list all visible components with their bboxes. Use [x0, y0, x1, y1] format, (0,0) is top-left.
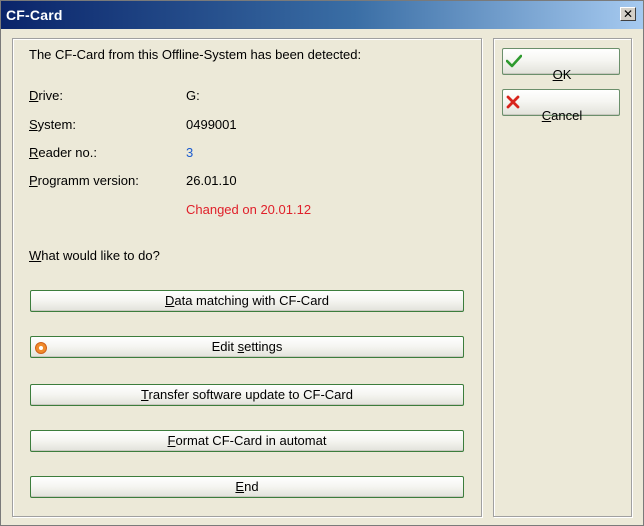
- close-button[interactable]: ✕: [620, 7, 636, 21]
- data-matching-button[interactable]: Data matching with CF-Card: [30, 290, 464, 312]
- version-label: Programm version:: [29, 173, 139, 188]
- system-value: 0499001: [186, 117, 237, 132]
- edit-settings-button[interactable]: Edit settings: [30, 336, 464, 358]
- reader-value: 3: [186, 145, 194, 160]
- drive-value: G:: [186, 88, 200, 103]
- drive-label: Drive:: [29, 88, 63, 103]
- ok-button[interactable]: OK: [502, 48, 620, 82]
- system-label: System:: [29, 117, 76, 132]
- detected-heading: The CF-Card from this Offline-System has…: [29, 47, 362, 62]
- changed-note: Changed on 20.01.12: [186, 202, 312, 217]
- radio-selected-icon: [35, 342, 47, 354]
- question-label: What would like to do?: [29, 248, 160, 263]
- window-title: CF-Card: [6, 7, 63, 23]
- format-card-button[interactable]: Format CF-Card in automat: [30, 430, 464, 452]
- reader-label: Reader no.:: [29, 145, 97, 160]
- version-value: 26.01.10: [186, 173, 237, 188]
- title-bar[interactable]: CF-Card ✕: [1, 1, 643, 29]
- cancel-button[interactable]: Cancel: [502, 89, 620, 123]
- ok-label: OK: [552, 66, 572, 82]
- transfer-update-button[interactable]: Transfer software update to CF-Card: [30, 384, 464, 406]
- end-button[interactable]: End: [30, 476, 464, 498]
- cancel-label: Cancel: [541, 107, 583, 123]
